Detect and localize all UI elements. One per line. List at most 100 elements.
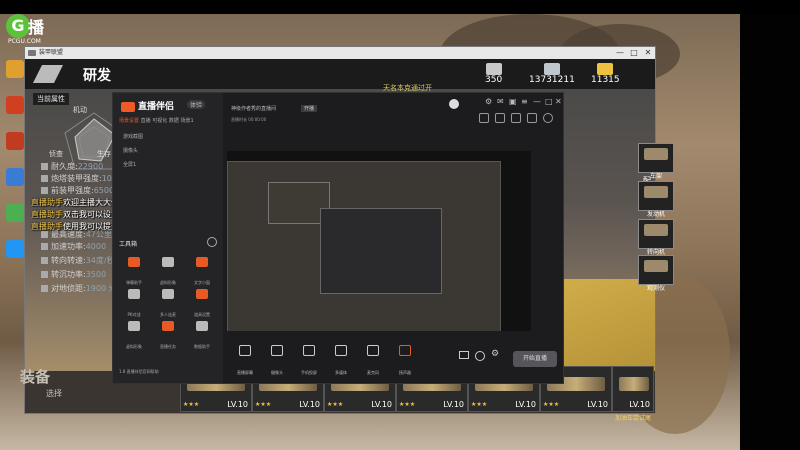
stat-label: 对地侦距:: [51, 284, 86, 293]
desktop-icon[interactable]: [6, 204, 24, 222]
tool-props[interactable]: 道具设置: [189, 289, 215, 317]
bell-icon[interactable]: [527, 113, 537, 123]
tab-visual[interactable]: 可视化: [152, 118, 167, 124]
tool-data-assistant[interactable]: 数据助手: [189, 321, 215, 349]
mic-icon: [367, 345, 379, 356]
share-icon[interactable]: [543, 113, 553, 123]
equip-label: 装备: [20, 368, 51, 386]
mail-icon[interactable]: ✉: [497, 97, 504, 106]
record-icon[interactable]: [511, 113, 521, 123]
restore-icon[interactable]: □: [545, 97, 553, 106]
select-label: 选择: [46, 389, 62, 398]
scene-source[interactable]: 全屏1: [123, 161, 136, 168]
settings-icon[interactable]: ⚙: [485, 97, 492, 106]
stat-row: 转向转速:34度/秒: [41, 255, 115, 266]
back-emblem-icon[interactable]: [33, 65, 63, 83]
stat-label: 加速功率:: [51, 242, 86, 251]
desktop-icon[interactable]: [6, 168, 24, 186]
tool-virtual[interactable]: 虚拟形象: [121, 321, 147, 349]
tab-scene1[interactable]: 场景1: [180, 118, 193, 124]
stat-icon: [41, 187, 48, 194]
observer-icon: [644, 260, 668, 272]
card-level: LV.10: [371, 400, 392, 409]
stat-value: 3500: [85, 270, 107, 279]
maximize-button[interactable]: □: [627, 47, 641, 59]
tool-label: 虚拟形象: [160, 280, 176, 285]
accessory-slot-steering[interactable]: [638, 219, 674, 249]
tab-scene-settings[interactable]: 场景设置: [119, 118, 139, 124]
radar-label-scout: 侦查: [49, 150, 63, 158]
tool-live-task[interactable]: 直播任务: [155, 321, 181, 349]
close-button[interactable]: ✕: [641, 47, 655, 59]
go-live-button[interactable]: 开始直播: [513, 351, 557, 367]
tool-danmu-assistant[interactable]: 弹幕助手: [121, 257, 147, 285]
add-media-button[interactable]: 多媒体: [327, 345, 355, 378]
scene-source[interactable]: 游戏截图: [123, 133, 143, 140]
grid-icon[interactable]: [495, 113, 505, 123]
silver-resource: 13731211: [529, 63, 575, 85]
rank-icon: [485, 63, 502, 75]
add-camera-button[interactable]: 摄像头: [263, 345, 291, 378]
task-icon: [162, 321, 174, 331]
accessory-slot-engine[interactable]: [638, 181, 674, 211]
desktop-icon[interactable]: [6, 132, 24, 150]
avatar[interactable]: [449, 99, 459, 109]
tool-label: 虚拟形象: [126, 344, 142, 349]
tool-text-window[interactable]: 文字小窗: [189, 257, 215, 285]
card-stars: ★★★: [471, 401, 488, 408]
game-topbar: 研发 350 13731211 11315: [25, 59, 655, 89]
speaker-button[interactable]: 扬声器: [391, 345, 419, 378]
stat-value: 34度/秒: [85, 256, 115, 265]
app-logo-icon: [121, 101, 135, 112]
video-icon[interactable]: [459, 351, 469, 359]
desktop-icon[interactable]: [6, 60, 24, 78]
app-version[interactable]: 体验: [187, 100, 206, 109]
tool-avatar[interactable]: 虚拟形象: [155, 257, 181, 285]
desktop-icon[interactable]: [6, 96, 24, 114]
gift-icon: [196, 257, 208, 267]
card-level: LV.10: [587, 400, 608, 409]
sidebar-footer[interactable]: 1.8 直播伴侣官网帮助: [119, 369, 159, 375]
card-stars: ★★★: [255, 401, 272, 408]
minimize-icon[interactable]: —: [533, 97, 541, 106]
menu-icon[interactable]: ≡: [521, 97, 528, 106]
live-badge: 开播: [301, 105, 318, 112]
promo-banner: 加油车尝试尾: [615, 415, 652, 422]
speaker-icon: [399, 345, 411, 356]
accessory-slot-chassis[interactable]: [638, 143, 674, 173]
add-phone-button[interactable]: 手机投屏: [295, 345, 323, 378]
current-properties-tab[interactable]: 当前属性: [33, 93, 69, 105]
streaming-header: 神级作者秀的直播间 开播 直播时长 00:00:00 ⚙ ✉ ▣ ≡ — □ ✕: [223, 93, 563, 133]
mic-button[interactable]: 麦克风: [359, 345, 387, 378]
close-icon[interactable]: ✕: [555, 97, 562, 106]
scene-source[interactable]: 摄像头: [123, 147, 138, 154]
virtual-icon: [128, 321, 140, 331]
gift-icon[interactable]: ▣: [509, 97, 517, 106]
watermark-text: 播: [28, 18, 45, 37]
tool-multi-mic[interactable]: 多人连麦: [155, 289, 181, 317]
accessory-label: 车架: [649, 173, 662, 180]
window-title: 装甲联盟: [39, 49, 64, 56]
toolbar-label: 手机投屏: [301, 370, 317, 375]
add-screen-button[interactable]: 直播屏幕: [231, 345, 259, 378]
card-stars: ★★★: [183, 401, 200, 408]
layout-icon[interactable]: [479, 113, 489, 123]
screen-icon: [239, 345, 251, 356]
desktop-icon[interactable]: [6, 240, 24, 258]
toolbar-label: 麦克风: [367, 370, 379, 375]
tool-pk[interactable]: PK对战: [121, 289, 147, 317]
power-icon[interactable]: [475, 351, 485, 361]
vehicle-card[interactable]: LV.10: [612, 366, 654, 412]
minimize-button[interactable]: —: [613, 47, 627, 59]
toolbox-settings-icon[interactable]: [207, 237, 217, 247]
stat-icon: [41, 257, 48, 264]
streaming-app-window: 直播伴侣 体验 场景设置 直播 可视化 数据 场景1 游戏截图 摄像头 全屏1 …: [112, 92, 564, 384]
engine-icon: [644, 186, 668, 198]
settings-icon[interactable]: ⚙: [491, 349, 499, 359]
toolbar-label: 直播屏幕: [237, 370, 253, 375]
tool-label: 道具设置: [194, 312, 210, 317]
accessory-slot-observer[interactable]: [638, 255, 674, 285]
stat-label: 转沉功率:: [51, 270, 86, 279]
tab-live[interactable]: 直播: [141, 118, 151, 124]
tab-data[interactable]: 数据: [169, 118, 179, 124]
